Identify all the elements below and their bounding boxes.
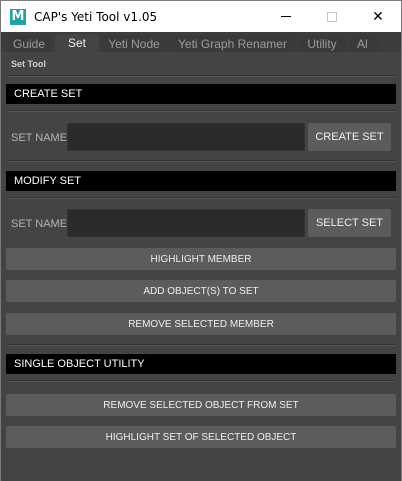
modify-set-header: MODIFY SET [6,171,396,191]
tab-utility[interactable]: Utility [299,35,345,52]
separator [6,344,396,346]
tab-yeti-node[interactable]: Yeti Node [102,35,166,52]
single-object-utility-header: SINGLE OBJECT UTILITY [6,354,396,374]
remove-selected-object-from-set-button[interactable]: REMOVE SELECTED OBJECT FROM SET [6,394,396,416]
separator [6,75,396,77]
create-set-name-input[interactable] [67,123,305,151]
minimize-icon [281,16,291,17]
separator [6,110,396,112]
section-caption: Set Tool [11,59,46,69]
remove-selected-member-button[interactable]: REMOVE SELECTED MEMBER [6,313,396,335]
close-icon: ✕ [372,8,384,24]
separator [6,197,396,199]
window-title: CAP's Yeti Tool v1.05 [34,9,158,24]
create-set-name-label: SET NAME [11,132,68,144]
highlight-set-of-selected-object-button[interactable]: HIGHLIGHT SET OF SELECTED OBJECT [6,426,396,448]
close-button[interactable]: ✕ [355,1,401,32]
tab-guide[interactable]: Guide [7,35,51,52]
set-tool-panel: Set Tool CREATE SET SET NAME CREATE SET … [1,52,401,481]
tab-yeti-graph-renamer[interactable]: Yeti Graph Renamer [170,35,295,52]
separator [6,380,396,382]
modify-set-name-input[interactable] [67,209,305,237]
tab-set[interactable]: Set [55,34,99,52]
maya-app-icon: M [10,8,26,25]
modify-set-name-label: SET NAME [11,218,68,230]
highlight-member-button[interactable]: HIGHLIGHT MEMBER [6,248,396,270]
tab-bar: Guide Set Yeti Node Yeti Graph Renamer U… [1,32,401,52]
minimize-button[interactable] [263,1,309,32]
title-bar[interactable]: M CAP's Yeti Tool v1.05 ✕ [1,1,401,32]
select-set-button[interactable]: SELECT SET [308,209,391,237]
separator [6,160,396,162]
add-objects-to-set-button[interactable]: ADD OBJECT(S) TO SET [6,280,396,302]
tab-overflow[interactable]: Al [349,35,379,52]
create-set-header: CREATE SET [6,84,396,104]
yeti-tool-window: M CAP's Yeti Tool v1.05 ✕ Guide Set Yeti… [0,0,402,481]
maximize-icon [327,11,337,22]
create-set-button[interactable]: CREATE SET [308,123,391,151]
maximize-button[interactable] [309,1,355,32]
